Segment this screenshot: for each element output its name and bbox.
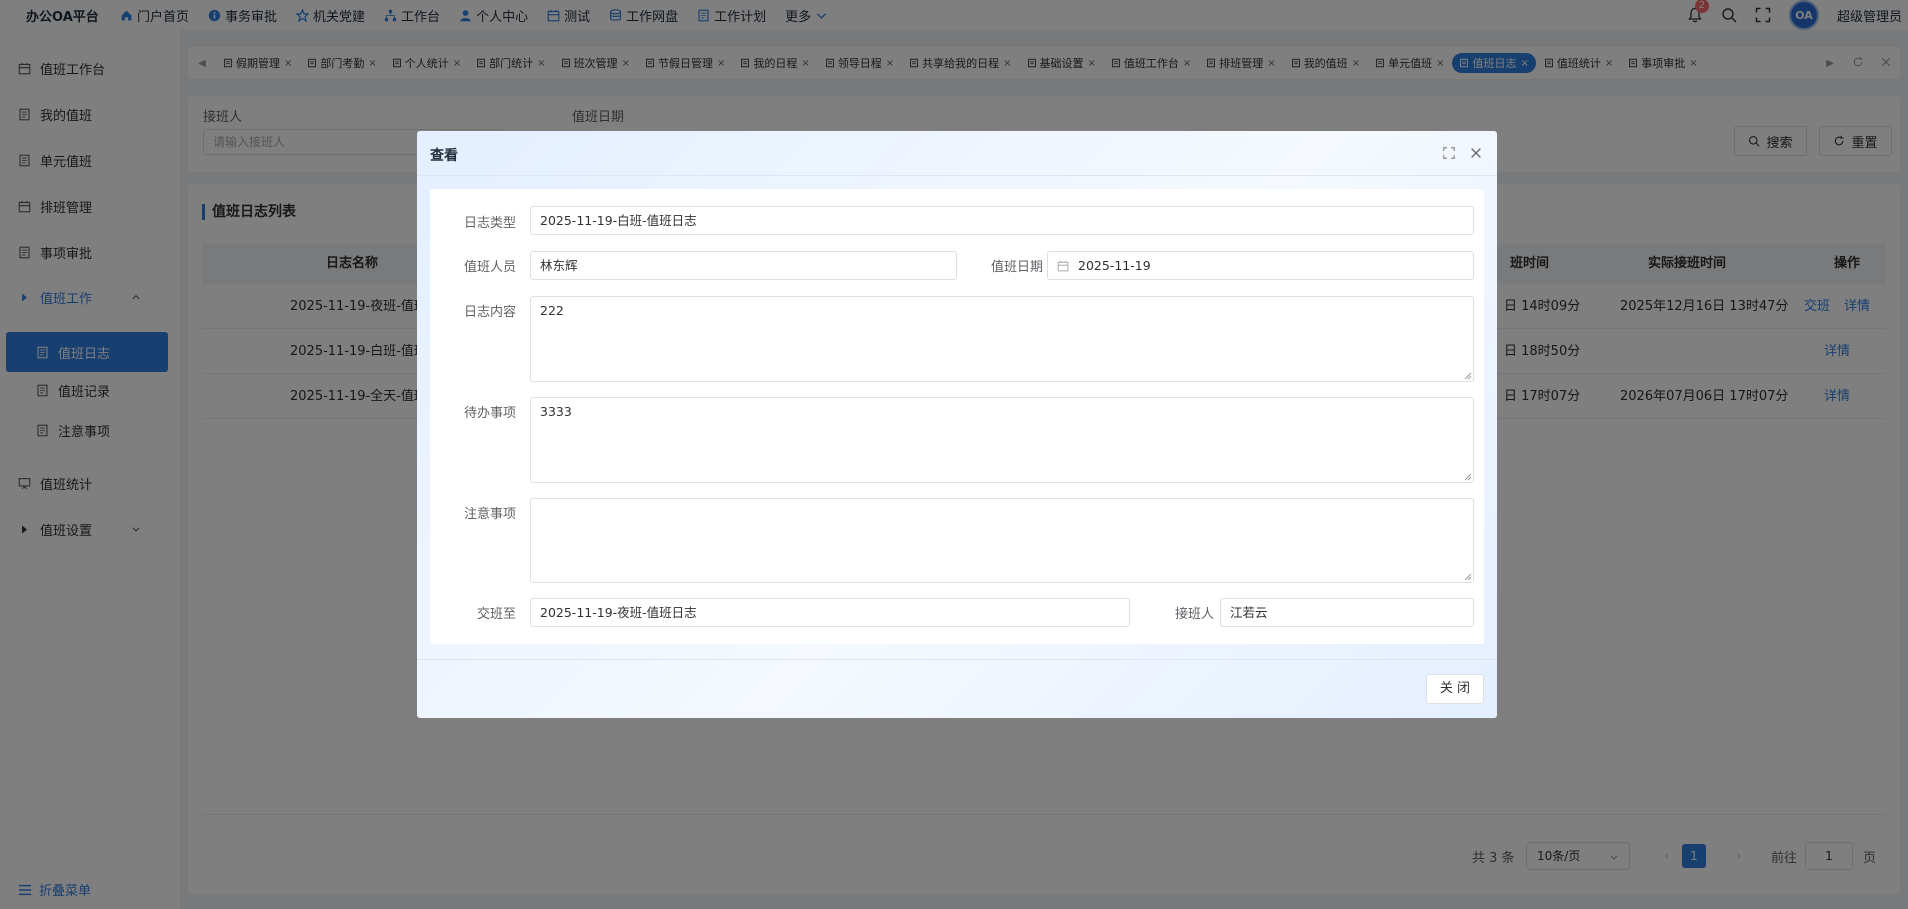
resize-handle-icon <box>1464 473 1472 481</box>
close-icon[interactable] <box>1469 146 1483 160</box>
duty-person-field[interactable]: 林东辉 <box>530 251 957 280</box>
dialog-form: 日志类型 2025-11-19-白班-值班日志 值班人员 林东辉 值班日期 20… <box>430 189 1484 644</box>
close-button[interactable]: 关 闭 <box>1426 674 1484 704</box>
view-dialog: 查看 日志类型 2025-11-19-白班-值班日志 值班人员 林东辉 值班日期… <box>417 131 1497 718</box>
duty-date-label: 值班日期 <box>990 260 1043 275</box>
receiver-field[interactable]: 江若云 <box>1220 598 1474 627</box>
dialog-header: 查看 <box>417 131 1497 176</box>
duty-date-value: 2025-11-19 <box>1078 258 1151 273</box>
dialog-footer-divider <box>417 659 1497 660</box>
handover-to-field[interactable]: 2025-11-19-夜班-值班日志 <box>530 598 1130 627</box>
notes-textarea[interactable] <box>530 498 1474 583</box>
handover-to-label: 交班至 <box>476 607 516 622</box>
resize-handle-icon <box>1464 573 1472 581</box>
duty-person-label: 值班人员 <box>463 260 516 275</box>
receiver-label: 接班人 <box>1174 607 1214 622</box>
log-content-value: 222 <box>540 303 564 318</box>
todo-label: 待办事项 <box>463 406 516 421</box>
todo-textarea[interactable]: 3333 <box>530 397 1474 483</box>
duty-date-field[interactable]: 2025-11-19 <box>1047 251 1474 280</box>
dialog-title: 查看 <box>430 148 458 164</box>
notes-label: 注意事项 <box>463 507 516 522</box>
log-content-label: 日志内容 <box>463 305 516 320</box>
resize-handle-icon <box>1464 372 1472 380</box>
log-type-label: 日志类型 <box>463 216 516 231</box>
calendar-icon <box>1057 260 1069 272</box>
log-type-field[interactable]: 2025-11-19-白班-值班日志 <box>530 206 1474 235</box>
todo-value: 3333 <box>540 404 572 419</box>
log-content-textarea[interactable]: 222 <box>530 296 1474 382</box>
maximize-icon[interactable] <box>1442 146 1456 160</box>
